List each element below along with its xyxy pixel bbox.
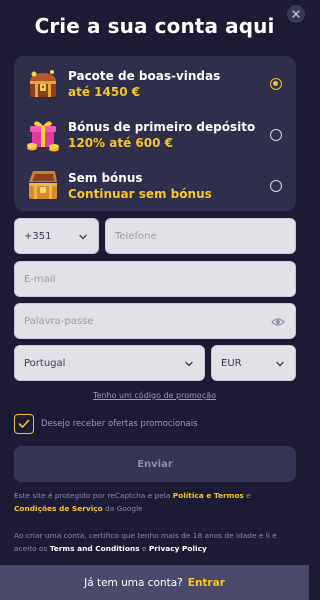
age-and: e xyxy=(139,544,149,553)
phone-placeholder: Telefone xyxy=(115,230,157,242)
offers-checkbox[interactable] xyxy=(14,414,34,434)
bonus-subtitle: Continuar sem bónus xyxy=(68,186,212,201)
phone-input[interactable]: Telefone xyxy=(105,218,296,254)
gift-coins-icon xyxy=(27,121,59,152)
chevron-down-icon xyxy=(276,361,284,367)
email-placeholder: E-mail xyxy=(24,273,56,285)
bonus-option-none[interactable]: Sem bónus Continuar sem bónus xyxy=(14,162,296,210)
policy-terms-link[interactable]: Política e Termos xyxy=(173,491,244,500)
page-title: Crie a sua conta aqui xyxy=(34,14,275,38)
chevron-down-icon xyxy=(185,361,193,367)
open-chest-icon xyxy=(29,171,57,199)
bonus-radio[interactable] xyxy=(270,180,282,192)
privacy-link[interactable]: Privacy Policy xyxy=(149,544,207,553)
bonus-radio-selected[interactable] xyxy=(270,78,282,90)
bonus-option-first-deposit[interactable]: Bónus de primeiro depósito 120% até 600 … xyxy=(14,111,296,159)
country-select[interactable]: Portugal xyxy=(14,345,205,381)
age-notice: Ao criar uma conta, certifico que tenho … xyxy=(14,529,300,555)
currency-value: EUR xyxy=(221,357,242,369)
bonus-subtitle: 120% até 600 € xyxy=(68,135,173,150)
login-footer: Já tem uma conta? Entrar xyxy=(0,565,309,600)
checkmark-icon xyxy=(18,419,30,428)
recaptcha-suffix: da Google xyxy=(102,504,143,513)
treasure-chest-icon xyxy=(30,70,56,97)
bonus-subtitle: até 1450 € xyxy=(68,84,141,99)
country-value: Portugal xyxy=(24,357,66,369)
recaptcha-notice: Este site é protegido por reCaptcha e pe… xyxy=(14,489,300,515)
bonus-title: Bónus de primeiro depósito xyxy=(68,119,256,134)
password-placeholder: Palavra-passe xyxy=(24,315,94,327)
phone-code-value: +351 xyxy=(24,230,52,242)
bonus-radio[interactable] xyxy=(270,129,282,141)
bonus-title: Pacote de boas-vindas xyxy=(68,68,221,83)
phone-code-select[interactable]: +351 xyxy=(14,218,99,254)
offers-label: Desejo receber ofertas promocionais xyxy=(41,419,198,429)
promo-code-link[interactable]: Tenho um código de promoção xyxy=(0,391,309,400)
email-field[interactable]: E-mail xyxy=(14,261,296,297)
recaptcha-and: e xyxy=(243,491,251,500)
password-field[interactable]: Palavra-passe xyxy=(14,303,296,339)
currency-select[interactable]: EUR xyxy=(211,345,296,381)
recaptcha-text: Este site é protegido por reCaptcha e pe… xyxy=(14,491,173,500)
bonus-option-welcome[interactable]: Pacote de boas-vindas até 1450 € xyxy=(14,60,296,108)
bonus-selector: Pacote de boas-vindas até 1450 € Bónus d… xyxy=(14,56,296,211)
eye-icon[interactable] xyxy=(271,317,285,327)
login-question: Já tem uma conta? xyxy=(84,576,183,589)
bonus-title: Sem bónus xyxy=(68,170,143,185)
google-terms-link[interactable]: Condições de Serviço xyxy=(14,504,103,513)
submit-button[interactable]: Enviar xyxy=(14,446,296,482)
terms-link[interactable]: Terms and Conditions xyxy=(50,544,140,553)
login-link[interactable]: Entrar xyxy=(188,577,225,589)
chevron-down-icon xyxy=(79,234,87,240)
